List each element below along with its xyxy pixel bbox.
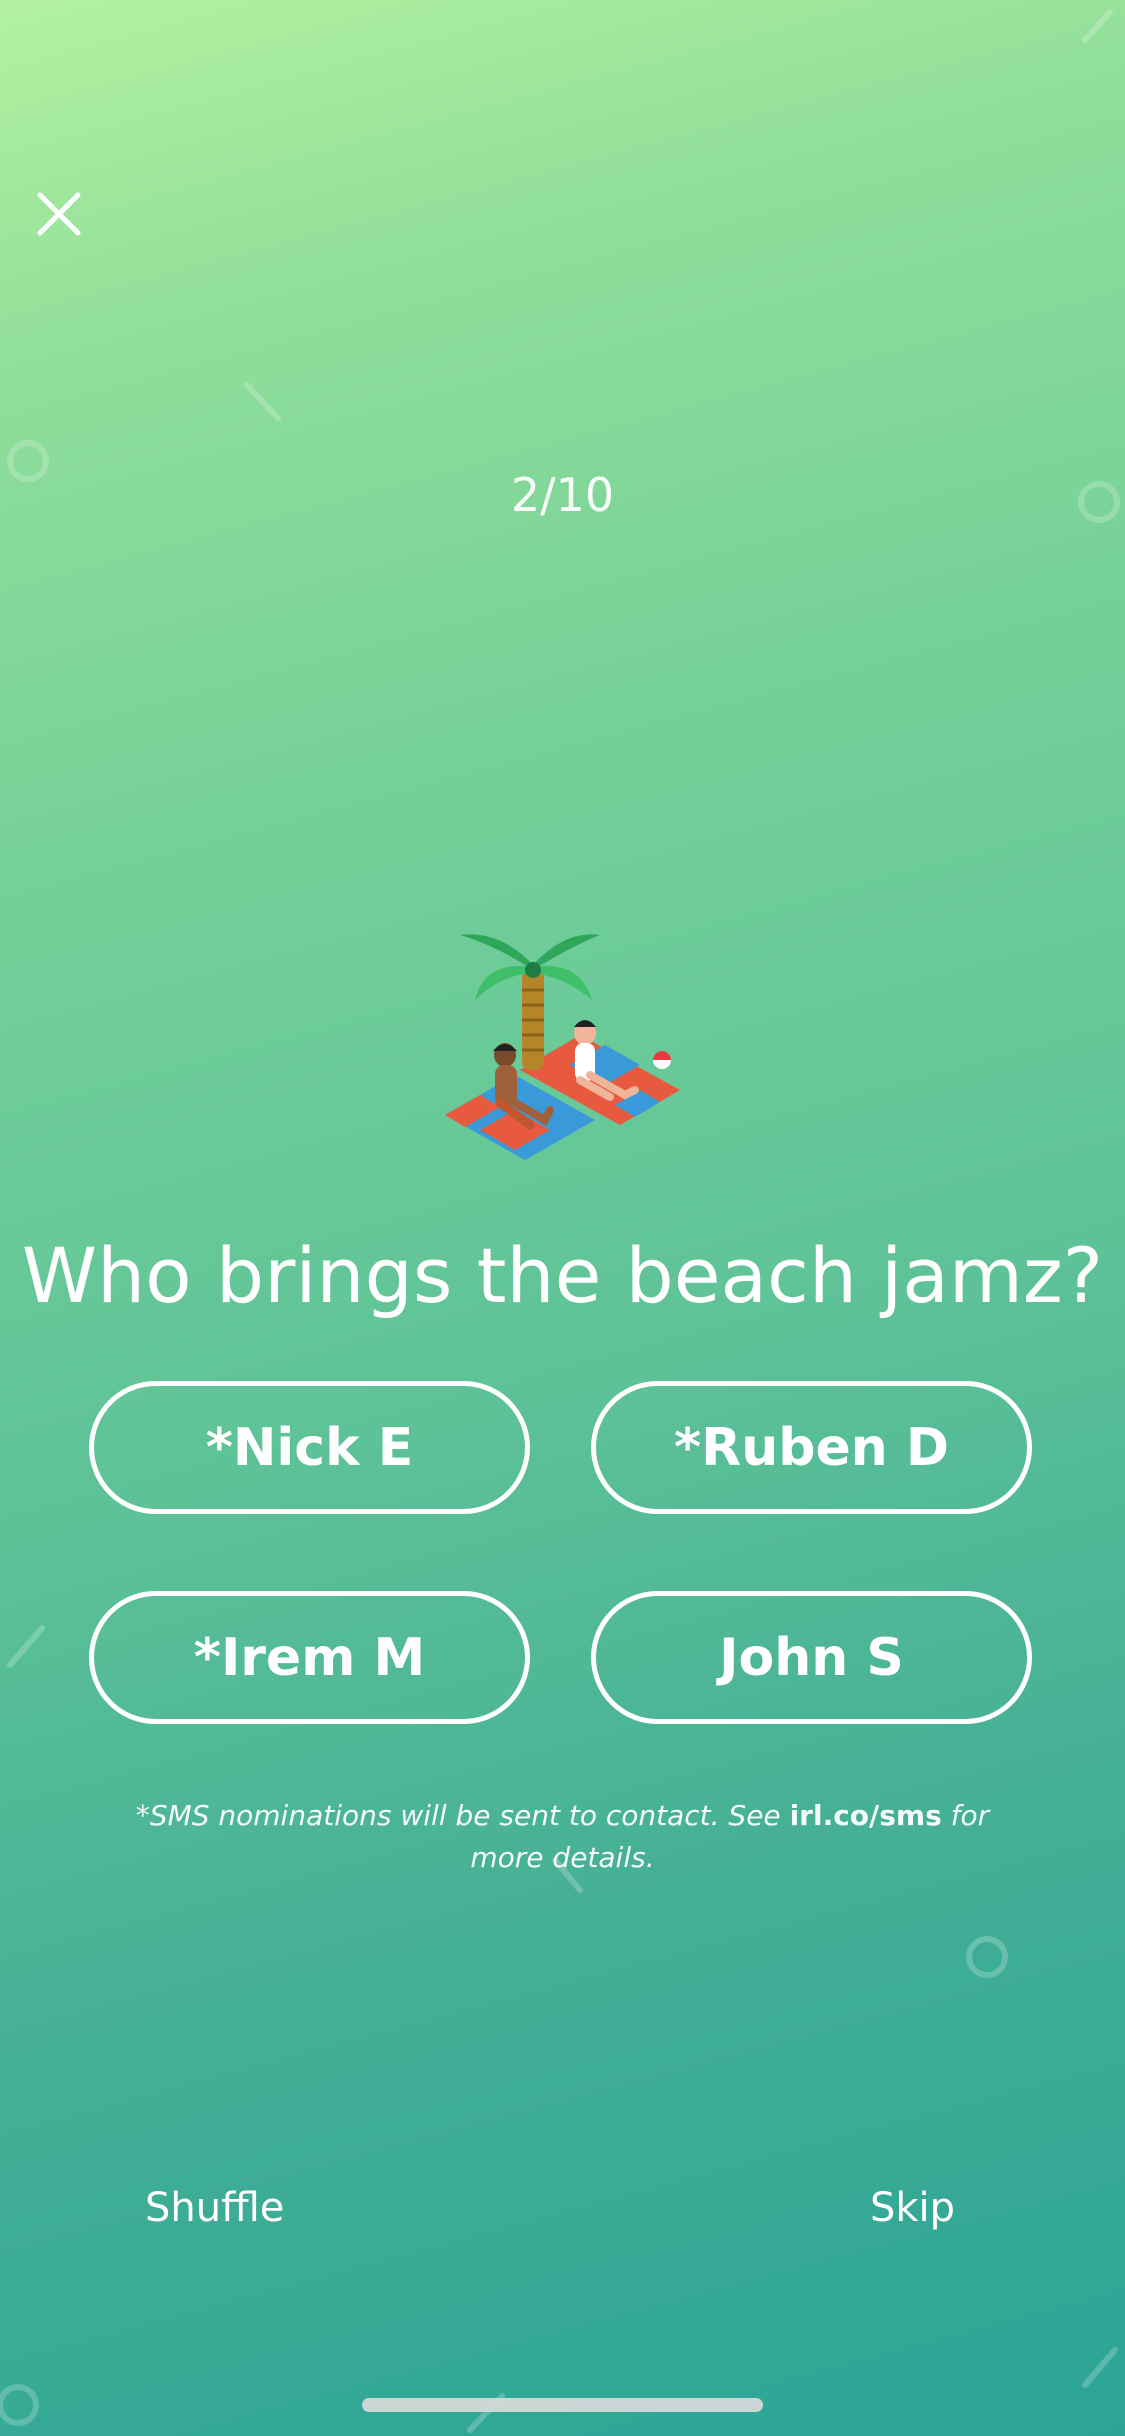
skip-button[interactable]: Skip: [870, 2185, 955, 2231]
close-button[interactable]: [30, 185, 90, 245]
choice-button[interactable]: *Ruben D: [591, 1381, 1032, 1514]
choice-button[interactable]: *Nick E: [89, 1381, 530, 1514]
choice-button[interactable]: *Irem M: [89, 1591, 530, 1724]
close-icon: [37, 192, 81, 236]
disclaimer-prefix: *SMS nominations will be sent to contact…: [135, 1799, 790, 1832]
sms-disclaimer: *SMS nominations will be sent to contact…: [110, 1795, 1015, 1879]
choice-label: *Ruben D: [673, 1417, 950, 1478]
question-text: Who brings the beach jamz?: [21, 1231, 1104, 1320]
background-decoration: [0, 9, 1120, 2433]
sms-info-link[interactable]: irl.co/sms: [790, 1799, 942, 1832]
choice-label: *Nick E: [205, 1417, 414, 1478]
shuffle-button[interactable]: Shuffle: [145, 2185, 284, 2231]
beach-palm-tree-illustration: [445, 934, 680, 1160]
progress-counter: 2/10: [510, 468, 615, 522]
home-indicator: [362, 2398, 763, 2412]
choice-button[interactable]: John S: [591, 1591, 1032, 1724]
choice-label: *Irem M: [193, 1627, 426, 1688]
choice-label: John S: [719, 1627, 904, 1688]
